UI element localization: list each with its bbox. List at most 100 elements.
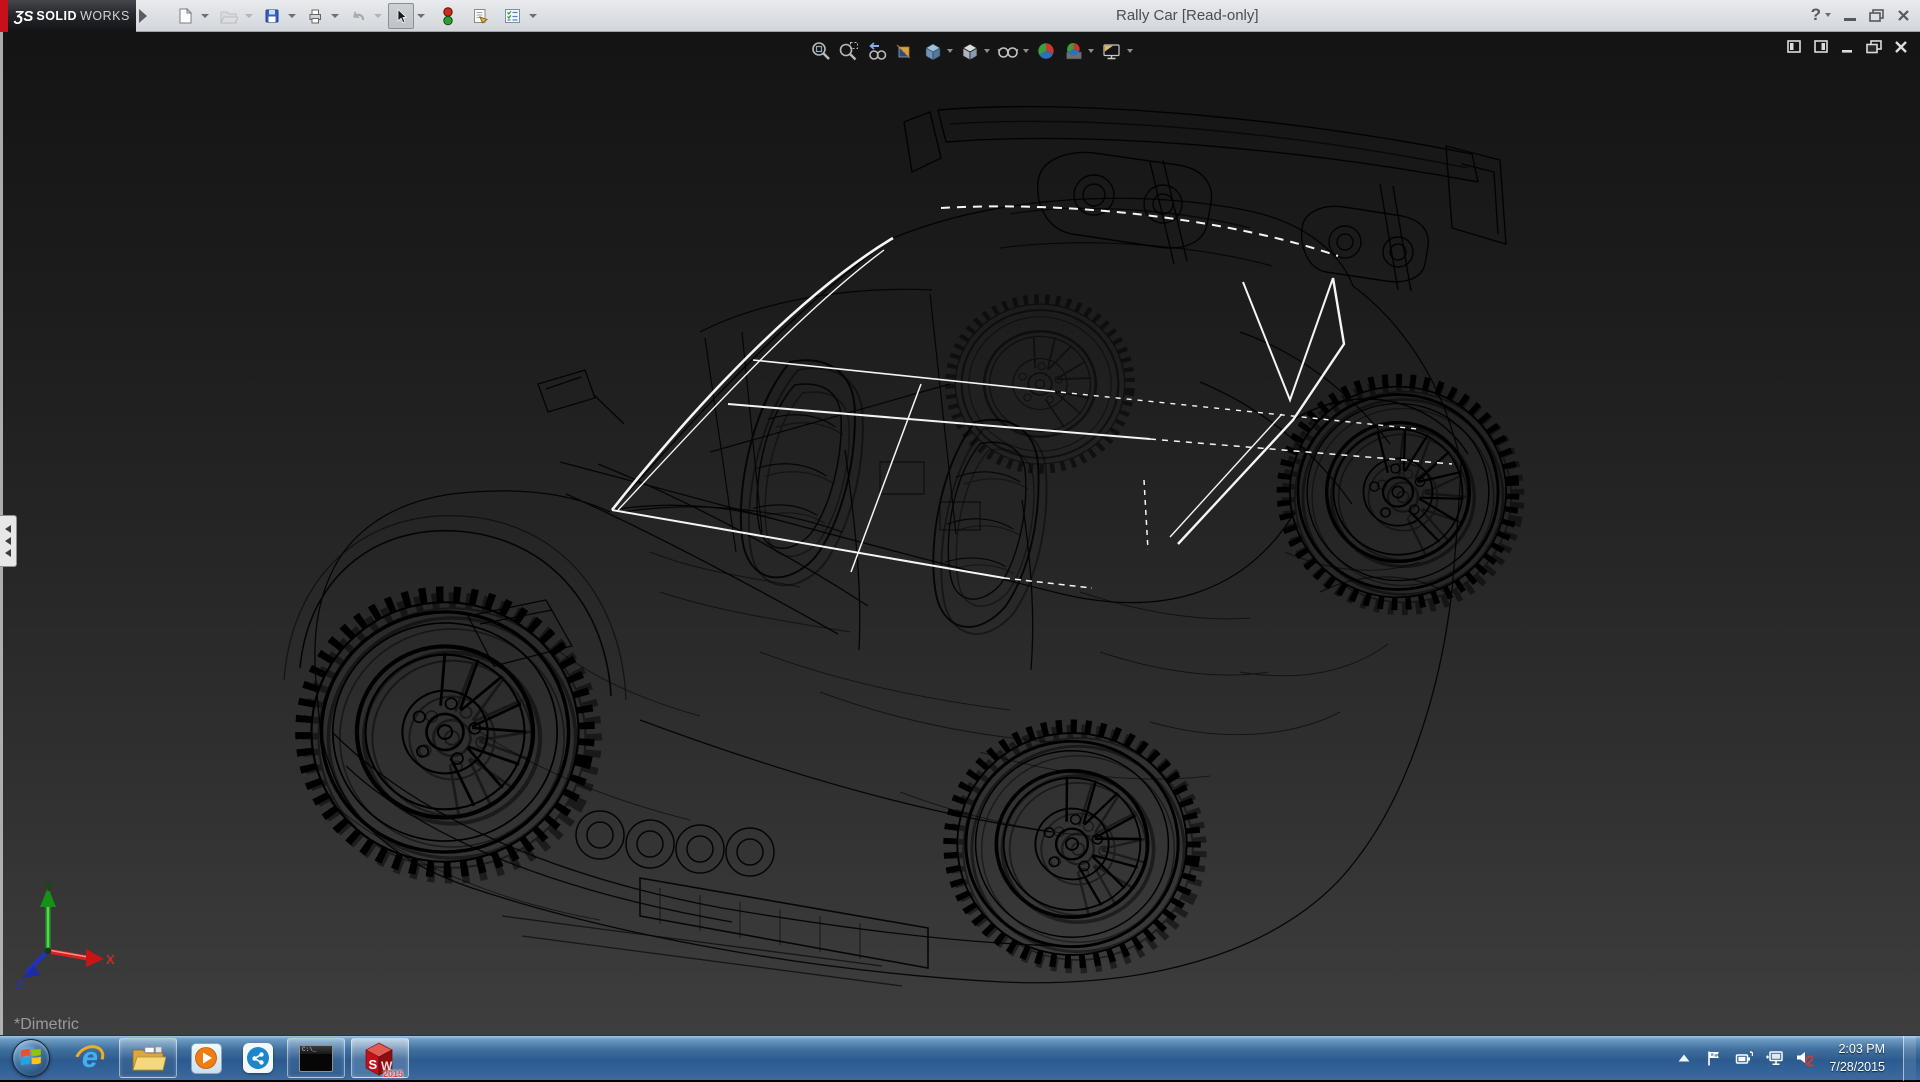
help-button[interactable]: ? [1811, 5, 1831, 25]
chevron-left-icon [5, 537, 11, 545]
car-front-lights [576, 811, 774, 876]
minimize-button[interactable] [1844, 9, 1856, 21]
view-orientation-button[interactable] [922, 40, 953, 62]
graphics-viewport[interactable]: Y X Z *Dimetric [0, 32, 1920, 1035]
view-settings-dropdown-arrow[interactable] [1127, 49, 1133, 53]
network-icon[interactable] [1765, 1049, 1783, 1067]
doc-close-button[interactable] [1894, 40, 1908, 54]
print-button[interactable] [302, 3, 328, 29]
close-icon [1897, 9, 1910, 22]
command-prompt-title: C:\_ [300, 1046, 332, 1054]
display-pane-left-toggle[interactable] [1787, 40, 1802, 54]
titlebar: ƷS SOLIDWORKS [0, 0, 1920, 32]
zoom-to-area-icon [838, 40, 860, 62]
section-view-button[interactable] [894, 40, 916, 62]
show-hidden-icons-button[interactable] [1675, 1049, 1693, 1067]
clock-date: 7/28/2015 [1829, 1058, 1885, 1076]
previous-view-button[interactable] [866, 40, 888, 62]
feature-pane-expand-tab[interactable] [0, 515, 17, 567]
eyeglasses-icon [996, 40, 1020, 62]
open-dropdown-arrow[interactable] [245, 14, 253, 18]
doc-minimize-button[interactable] [1841, 40, 1854, 54]
options-button[interactable] [499, 3, 526, 29]
undo-icon [349, 7, 367, 25]
wheel-front-left [260, 551, 644, 924]
display-style-cube-icon [959, 40, 981, 62]
new-button[interactable] [172, 3, 198, 29]
headsup-view-toolbar [810, 38, 1133, 64]
new-dropdown-arrow[interactable] [201, 14, 209, 18]
window-controls: ? [1811, 5, 1910, 25]
taskbar-item-media-player[interactable] [183, 1038, 229, 1078]
section-view-icon [894, 40, 916, 62]
start-button[interactable] [12, 1039, 50, 1077]
triad-z-label: Z [16, 978, 23, 991]
taskbar-item-solidworks[interactable]: S W 2015 [351, 1038, 409, 1078]
chevron-left-icon [5, 525, 11, 533]
apply-scene-icon [1063, 40, 1085, 62]
brand-accent-strip [0, 0, 8, 32]
undo-button[interactable] [345, 3, 371, 29]
edit-appearance-button[interactable] [1035, 40, 1057, 62]
zoom-to-area-button[interactable] [838, 40, 860, 62]
select-cursor-icon [392, 7, 410, 25]
car-roof-vents [1038, 152, 1429, 281]
display-pane-right-toggle[interactable] [1814, 40, 1829, 54]
taskbar: e C:\_ [0, 1035, 1920, 1080]
zoom-to-fit-icon [810, 40, 832, 62]
open-folder-icon [219, 7, 238, 25]
taskbar-item-windows-explorer[interactable] [119, 1038, 177, 1078]
wheel-rear-right [1267, 364, 1540, 630]
window-title: Rally Car [Read-only] [1116, 7, 1259, 24]
power-battery-icon[interactable] [1735, 1049, 1753, 1067]
select-tool-button[interactable] [388, 3, 414, 29]
wireframe-car [0, 32, 1920, 1035]
options-dropdown-arrow[interactable] [529, 14, 537, 18]
select-dropdown-arrow[interactable] [417, 14, 425, 18]
taskbar-item-command-prompt[interactable]: C:\_ [287, 1038, 345, 1078]
print-dropdown-arrow[interactable] [331, 14, 339, 18]
display-style-dropdown-arrow[interactable] [984, 49, 990, 53]
previous-view-icon [866, 40, 888, 62]
save-dropdown-arrow[interactable] [288, 14, 296, 18]
restore-button[interactable] [1869, 9, 1884, 22]
taskbar-item-share-app[interactable] [235, 1038, 281, 1078]
zoom-to-fit-button[interactable] [810, 40, 832, 62]
rebuild-button[interactable] [437, 3, 459, 29]
solidworks-logo-works: WORKS [80, 9, 130, 23]
command-prompt-icon: C:\_ [299, 1045, 333, 1072]
triad-x-label: X [106, 952, 115, 967]
doc-restore-button[interactable] [1866, 40, 1882, 54]
display-style-button[interactable] [959, 40, 990, 62]
file-properties-button[interactable] [467, 3, 494, 29]
hide-show-items-button[interactable] [996, 40, 1029, 62]
triad-y-label: Y [44, 879, 53, 894]
highlighted-edges [612, 206, 1452, 588]
volume-muted-icon[interactable] [1795, 1049, 1813, 1067]
action-center-flag-icon[interactable] [1705, 1049, 1723, 1067]
view-orientation-label: *Dimetric [14, 1016, 79, 1034]
open-button[interactable] [215, 3, 242, 29]
undo-dropdown-arrow[interactable] [374, 14, 382, 18]
save-button[interactable] [259, 3, 285, 29]
options-list-icon [503, 7, 522, 25]
view-orientation-dropdown-arrow[interactable] [947, 49, 953, 53]
apply-scene-dropdown-arrow[interactable] [1088, 49, 1094, 53]
apply-scene-button[interactable] [1063, 40, 1094, 62]
taskbar-item-internet-explorer[interactable]: e [67, 1038, 113, 1078]
view-settings-button[interactable] [1100, 40, 1133, 62]
show-desktop-button[interactable] [1903, 1036, 1916, 1081]
hide-show-dropdown-arrow[interactable] [1023, 49, 1029, 53]
highlight-a-pillar-inner [618, 250, 884, 510]
help-dropdown-arrow [1825, 13, 1831, 17]
menu-expand-arrow-icon[interactable] [139, 9, 147, 23]
document-window-controls [1787, 40, 1908, 54]
clock[interactable]: 2:03 PM 7/28/2015 [1829, 1040, 1885, 1076]
help-icon: ? [1811, 5, 1821, 25]
file-properties-icon [471, 7, 490, 25]
solidworks-logo-solid: SOLID [36, 9, 77, 23]
close-button[interactable] [1897, 9, 1910, 22]
wheel-front-right [917, 693, 1239, 1005]
clock-time: 2:03 PM [1838, 1040, 1885, 1058]
share-network-icon [246, 1046, 270, 1070]
